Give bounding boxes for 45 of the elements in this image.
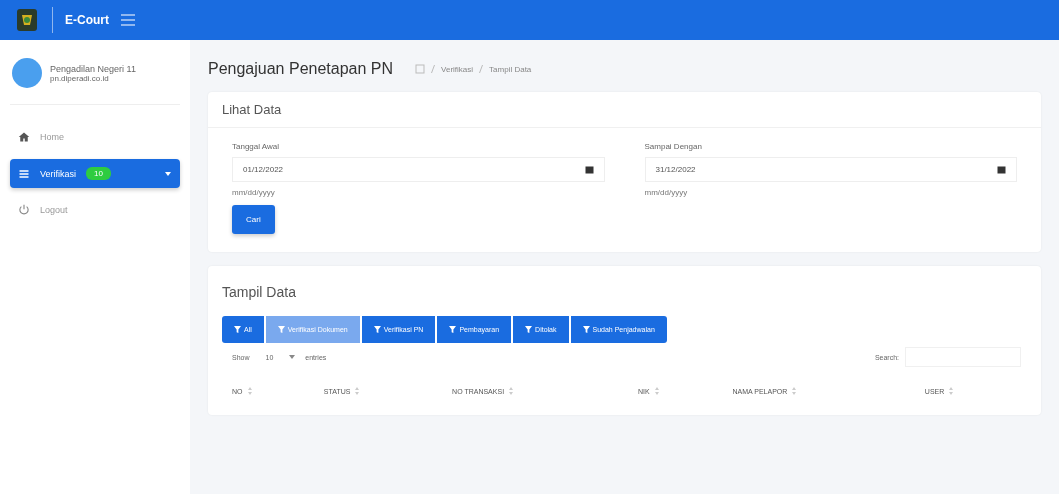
user-name: Pengadilan Negeri 11 xyxy=(50,63,136,74)
app-brand: E-Court xyxy=(65,13,109,27)
filter-icon xyxy=(234,326,241,333)
filter-icon xyxy=(449,326,457,333)
nav-label: Home xyxy=(40,132,64,142)
calendar-icon[interactable] xyxy=(997,165,1006,174)
count-badge: 10 xyxy=(86,167,111,180)
power-icon xyxy=(18,204,30,216)
breadcrumb-item[interactable]: Tampil Data xyxy=(489,64,532,74)
calendar-icon[interactable] xyxy=(584,165,594,174)
filter-icon xyxy=(525,326,533,333)
filter-icon xyxy=(373,326,381,333)
nav-item[interactable]: Home xyxy=(10,123,180,151)
filter-icon xyxy=(277,326,285,333)
sort-icon[interactable] xyxy=(354,387,361,395)
search-button[interactable]: Cari xyxy=(232,205,275,234)
card-title: Tampil Data xyxy=(221,283,297,302)
nav-label: Verifikasi xyxy=(40,168,76,179)
sort-icon[interactable] xyxy=(791,387,798,395)
menu-icon[interactable] xyxy=(121,14,135,26)
date-format-hint: mm/dd/yyyy xyxy=(644,188,689,197)
sort-icon[interactable] xyxy=(653,387,660,395)
sort-icon[interactable] xyxy=(948,387,955,395)
avatar xyxy=(12,58,42,88)
breadcrumb-item[interactable]: Verifikasi xyxy=(441,64,474,74)
date-format-hint: mm/dd/yyyy xyxy=(232,188,276,197)
nav-item[interactable]: Logout xyxy=(10,196,180,224)
card-title: Lihat Data xyxy=(208,92,1041,128)
breadcrumb-separator-icon xyxy=(431,65,436,73)
nav-label: Logout xyxy=(40,205,68,215)
page-title: Pengajuan Penetapan PN xyxy=(208,60,394,78)
caret-icon xyxy=(164,169,172,178)
sort-icon[interactable] xyxy=(246,387,253,395)
list-icon xyxy=(18,167,30,180)
sort-icon[interactable] xyxy=(508,387,515,395)
breadcrumb-separator-icon xyxy=(479,65,484,73)
nav-item[interactable]: Verifikasi 10 xyxy=(10,159,180,188)
date-field[interactable]: 01/12/2022 xyxy=(232,157,605,182)
caret-icon[interactable] xyxy=(289,354,296,360)
user-email: pn.diperadi.co.id xyxy=(50,73,109,83)
field-label: Tanggal Awal xyxy=(232,142,280,151)
filter-icon xyxy=(582,326,590,333)
date-field[interactable]: 31/12/2022 xyxy=(644,157,1017,182)
logo-icon xyxy=(14,7,40,33)
field-label: Sampai Dengan xyxy=(644,142,703,151)
